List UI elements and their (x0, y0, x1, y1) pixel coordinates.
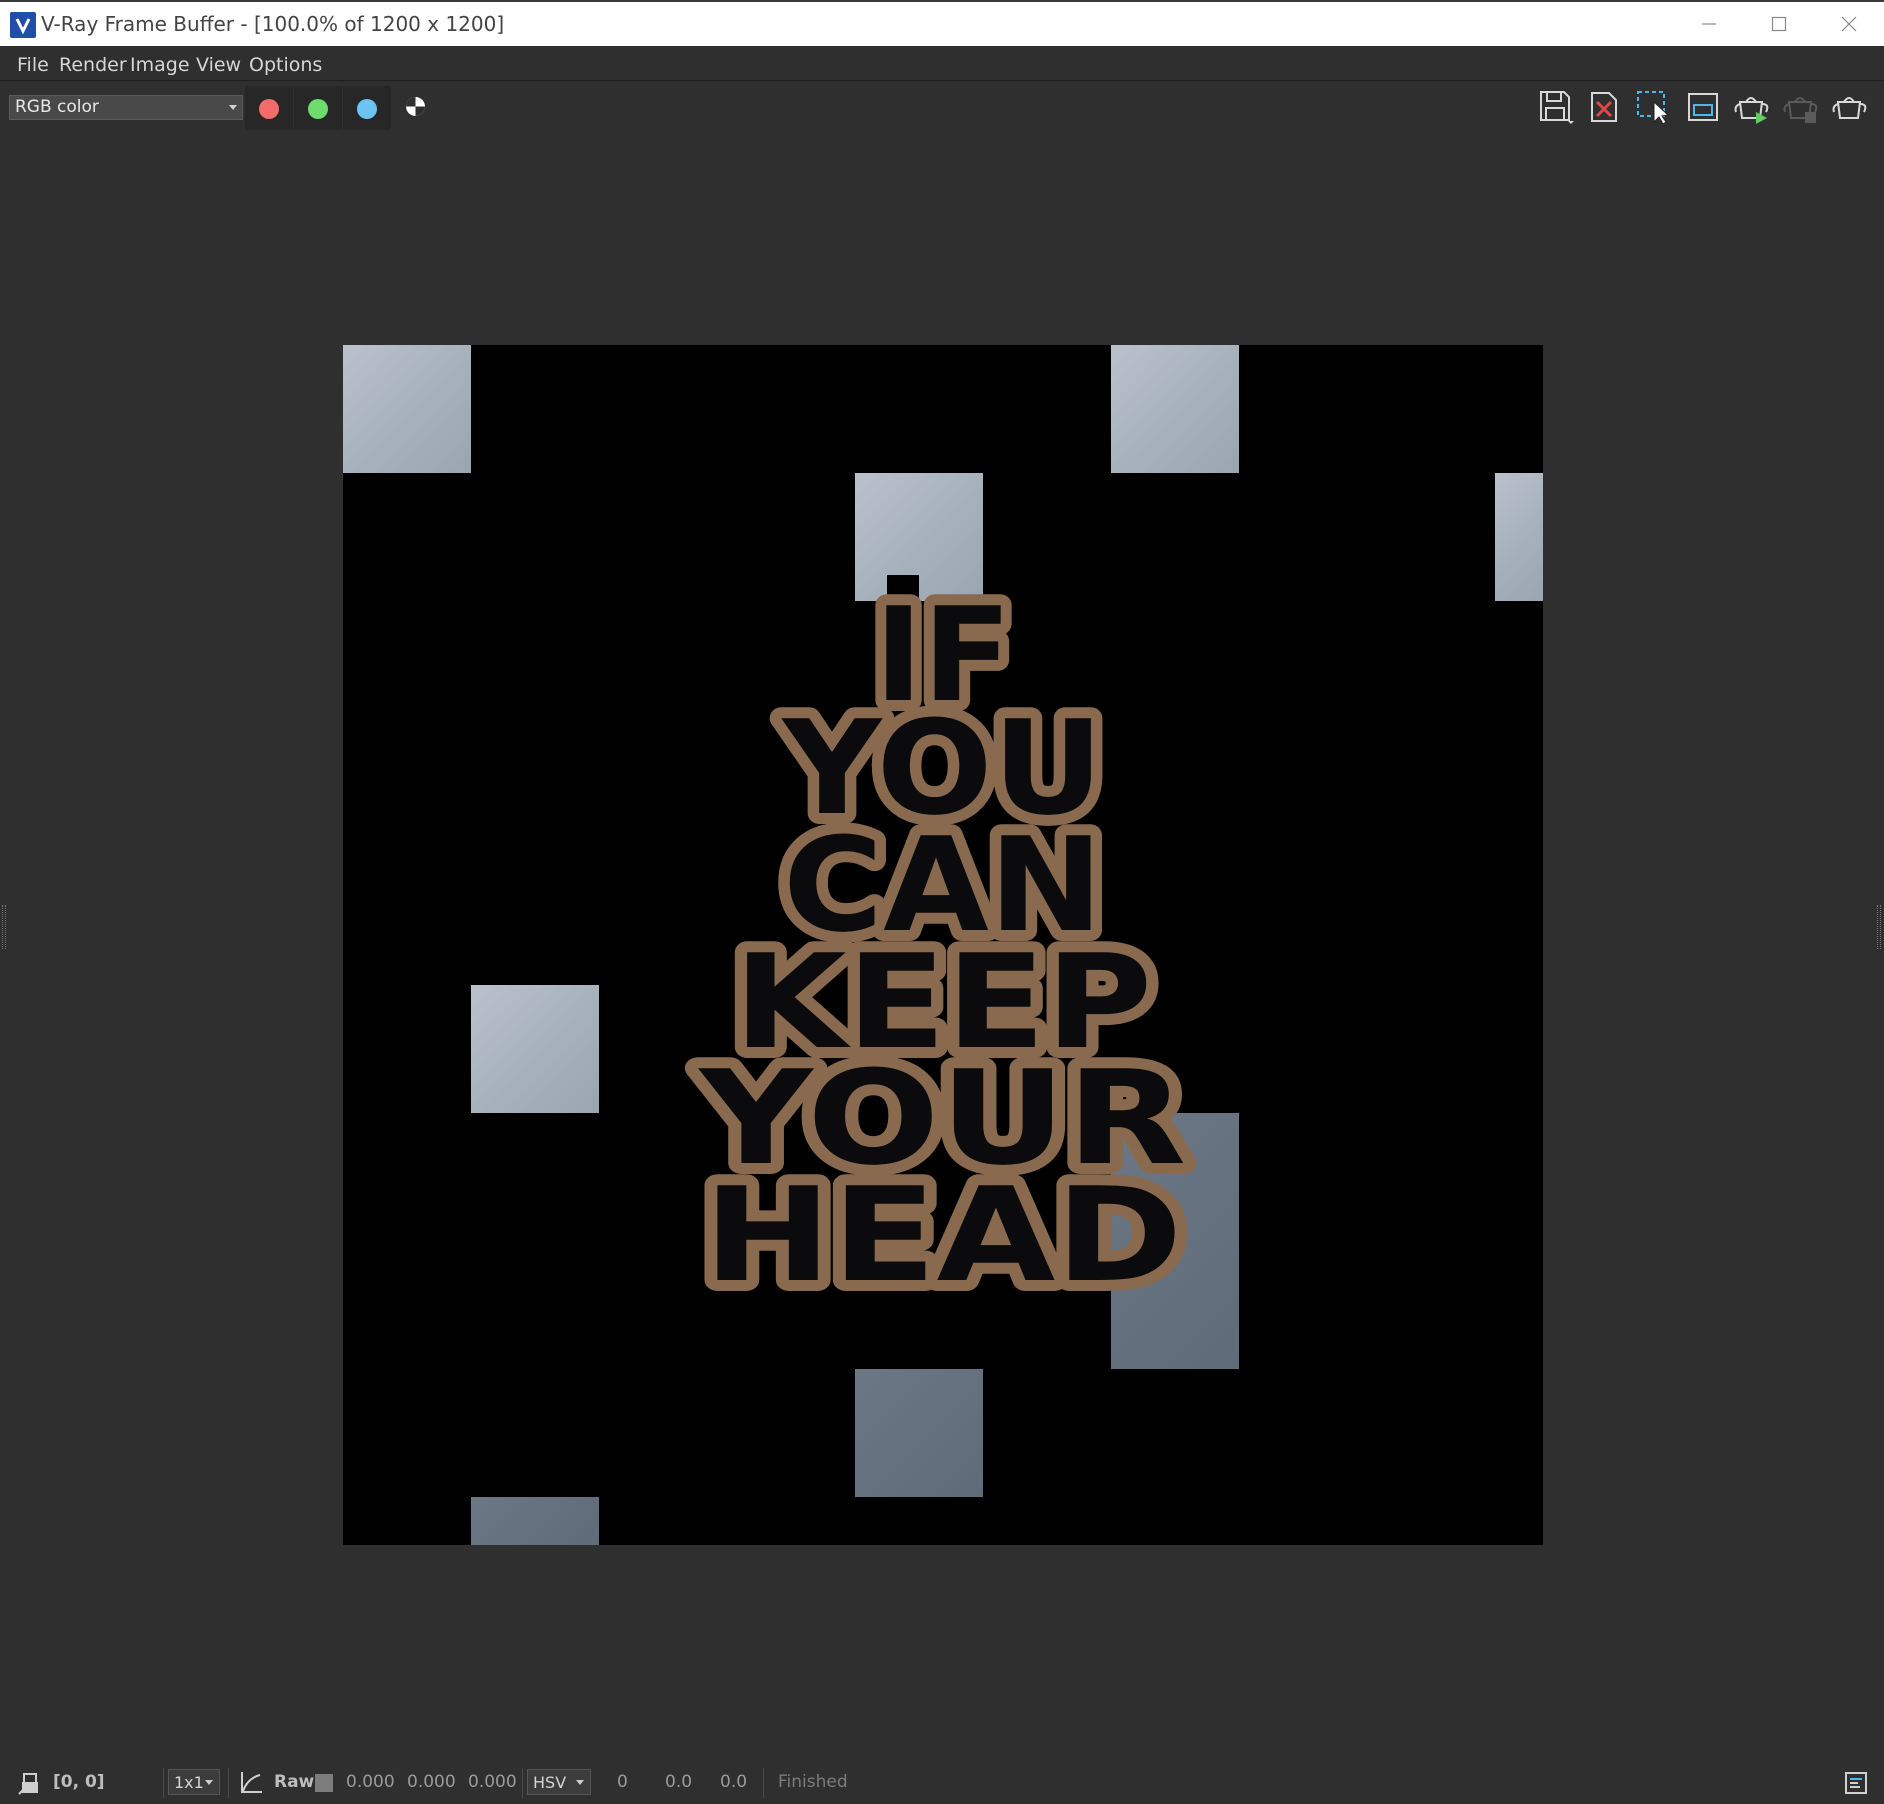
channel-dropdown[interactable]: RGB color (9, 95, 243, 120)
status-bar: [0, 0] 1x1 Raw 0.000 0.000 0.000 HSV 0 0… (0, 1762, 1884, 1802)
save-icon (1540, 91, 1574, 124)
chevron-down-icon (576, 1780, 584, 1785)
region-render-button[interactable] (1634, 88, 1674, 126)
color-space-dropdown[interactable]: HSV (527, 1769, 591, 1795)
art-text-line: HEAD (703, 1159, 1182, 1311)
right-panel-grip[interactable] (1877, 905, 1881, 949)
render-viewport[interactable]: IF YOU CAN KEEP YOUR HEAD (343, 345, 1543, 1545)
vray-logo-icon (10, 12, 36, 38)
stop-render-button[interactable] (1781, 88, 1821, 126)
toolbar: RGB color (0, 82, 1884, 130)
close-button[interactable] (1814, 2, 1884, 46)
track-mouse-icon (1688, 93, 1718, 121)
color-space-value: HSV (533, 1773, 567, 1792)
render-log-icon[interactable] (1844, 1771, 1868, 1795)
render-status: Finished (778, 1772, 848, 1792)
region-select-icon (1637, 91, 1670, 125)
lock-coords-icon[interactable] (16, 1770, 42, 1796)
clear-image-icon (1591, 92, 1617, 122)
menu-options[interactable]: Options (249, 54, 322, 76)
stop-render-teapot-icon (1783, 97, 1818, 123)
menu-file[interactable]: File (17, 54, 49, 76)
track-mouse-button[interactable] (1683, 88, 1723, 126)
render-button[interactable] (1732, 88, 1772, 126)
zoom-value: 1x1 (174, 1773, 204, 1792)
pixel-h-value: 0 (617, 1772, 628, 1792)
pixel-g-value: 0.000 (407, 1772, 456, 1792)
maximize-button[interactable] (1744, 2, 1814, 46)
rendered-typography-art: IFYOUCANKEEPYOURHEAD (685, 568, 1198, 1323)
channel-dropdown-value: RGB color (15, 97, 99, 117)
menu-render[interactable]: Render (59, 54, 127, 76)
separator (522, 1768, 523, 1798)
menu-view[interactable]: View (196, 54, 241, 76)
color-mode-label: Raw (274, 1772, 315, 1792)
render-last-teapot-icon (1832, 97, 1867, 119)
left-panel-grip[interactable] (2, 905, 6, 949)
blue-channel-button[interactable] (343, 86, 391, 130)
minimize-button[interactable] (1674, 2, 1744, 46)
curve-icon[interactable] (238, 1770, 264, 1796)
pixel-b-value: 0.000 (468, 1772, 517, 1792)
chevron-down-icon (229, 105, 237, 110)
pixel-coords: [0, 0] (53, 1772, 105, 1792)
window-title: V-Ray Frame Buffer - [100.0% of 1200 x 1… (41, 12, 505, 36)
monochrome-icon (406, 97, 425, 116)
save-image-button[interactable] (1536, 88, 1576, 126)
blue-circle-icon (357, 99, 377, 119)
separator (163, 1768, 164, 1798)
red-circle-icon (259, 99, 279, 119)
render-teapot-icon (1734, 97, 1769, 124)
clear-image-button[interactable] (1585, 88, 1625, 126)
separator (228, 1768, 229, 1798)
menu-image[interactable]: Image (130, 54, 190, 76)
green-channel-button[interactable] (294, 86, 342, 130)
render-last-button[interactable] (1830, 88, 1870, 126)
pixel-r-value: 0.000 (346, 1772, 395, 1792)
red-channel-button[interactable] (245, 86, 293, 130)
separator (763, 1768, 764, 1798)
monochrome-button[interactable] (405, 96, 426, 117)
green-circle-icon (308, 99, 328, 119)
title-bar: V-Ray Frame Buffer - [100.0% of 1200 x 1… (0, 0, 1884, 46)
chevron-down-icon (205, 1780, 213, 1785)
pixel-color-swatch (315, 1774, 333, 1792)
pixel-s-value: 0.0 (665, 1772, 693, 1792)
zoom-dropdown[interactable]: 1x1 (168, 1769, 220, 1795)
menu-bar: File Render Image View Options (0, 46, 1884, 81)
pixel-v-value: 0.0 (720, 1772, 748, 1792)
